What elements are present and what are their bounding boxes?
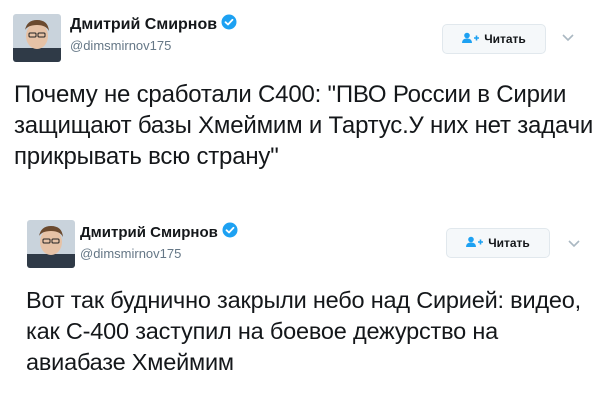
follow-button[interactable]: Читать [442, 24, 546, 54]
tweet-text: Почему не сработали С400: "ПВО России в … [14, 81, 594, 170]
author-name[interactable]: Дмитрий Смирнов [70, 14, 237, 35]
author-name-text[interactable]: Дмитрий Смирнов [70, 16, 217, 34]
author-handle[interactable]: @dimsmirnov175 [70, 38, 171, 53]
chevron-down-icon[interactable] [566, 235, 582, 251]
avatar-photo-icon [27, 220, 75, 268]
tweet-card: Дмитрий Смирнов @dimsmirnov175 Читать Во… [0, 205, 602, 412]
author-name-text[interactable]: Дмитрий Смирнов [80, 224, 218, 241]
verified-badge-icon [221, 14, 237, 35]
chevron-down-icon[interactable] [560, 29, 576, 45]
follow-button[interactable]: Читать [446, 228, 550, 258]
author-name[interactable]: Дмитрий Смирнов [80, 222, 238, 242]
follow-user-icon [462, 32, 480, 47]
follow-button-label: Читать [484, 32, 526, 46]
author-handle[interactable]: @dimsmirnov175 [80, 246, 181, 261]
avatar-photo-icon [13, 14, 61, 62]
avatar[interactable] [13, 14, 61, 62]
verified-badge-icon [222, 222, 238, 242]
tweet-card: Дмитрий Смирнов @dimsmirnov175 Читать По… [0, 0, 602, 205]
avatar[interactable] [27, 220, 75, 268]
follow-button-label: Читать [488, 236, 530, 250]
follow-user-icon [466, 236, 484, 251]
tweet-text: Вот так буднично закрыли небо над Сирией… [26, 287, 581, 375]
